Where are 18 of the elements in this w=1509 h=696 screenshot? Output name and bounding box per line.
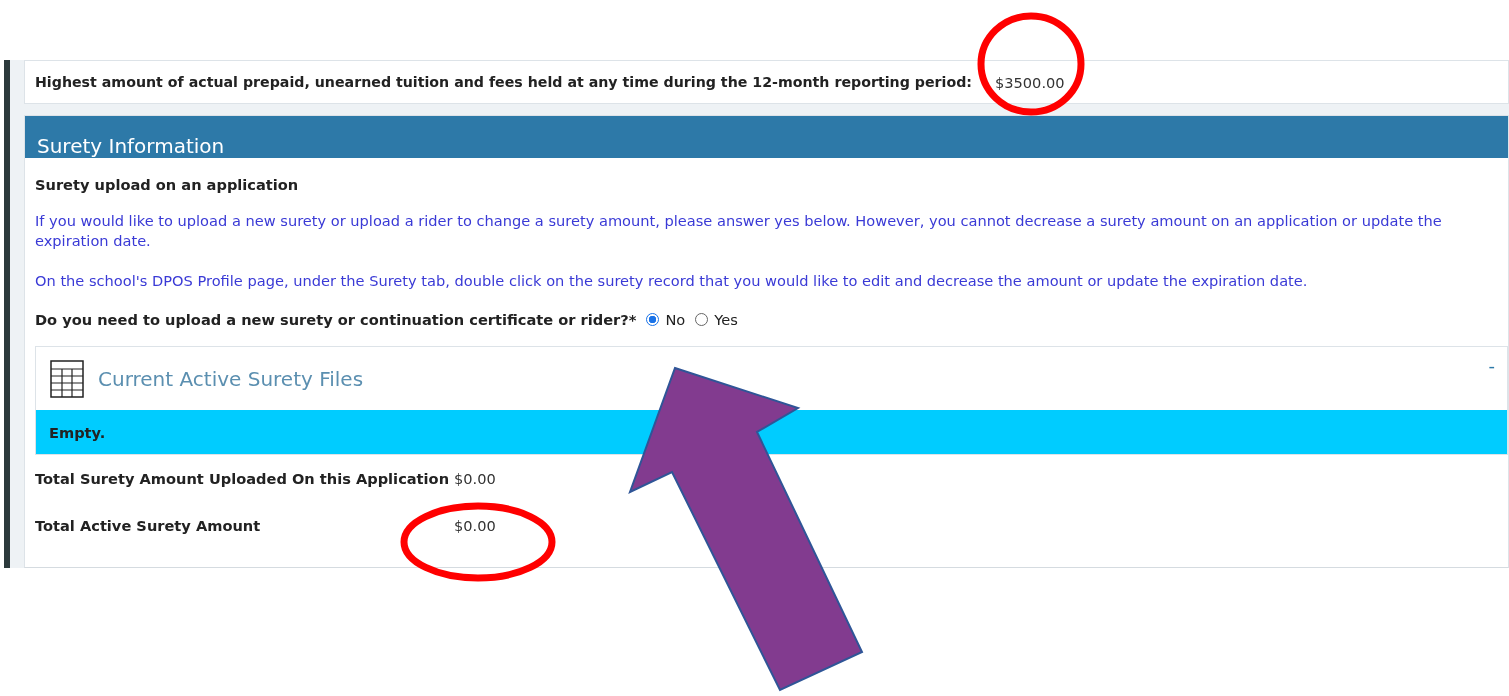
total-label: Total Active Surety Amount (35, 517, 262, 534)
panel-title: Current Active Surety Files (98, 366, 365, 391)
empty-text: Empty. (49, 423, 106, 441)
total-value: $0.00 (454, 470, 496, 487)
info-text: If you would like to upload a new surety or upload a rider to change a surety amount, please answer yes below. However, you cannot decrease a surety amount on an application or update the expiration date. (35, 211, 1443, 251)
collapse-toggle[interactable]: - (1488, 355, 1495, 376)
section-title: Surety Information (37, 135, 225, 158)
radio-button[interactable] (646, 313, 660, 326)
field-label: Highest amount of actual prepaid, unearned tuition and fees held at any time during the 12-month reporting period: (35, 74, 972, 90)
field-value: $3500.00 (994, 73, 1065, 91)
subheading: Surety upload on an application (35, 176, 300, 193)
total-value: $0.00 (454, 517, 496, 534)
question-label: Do you need to upload a new surety or continuation certificate or rider?* (35, 311, 637, 328)
info-text: On the school's DPOS Profile page, under the Surety tab, double click on the surety record that you would like to edit and decrease the amount or update the expiration date. (35, 271, 1309, 291)
total-label: Total Surety Amount Uploaded On this Application (35, 470, 451, 487)
table-icon (50, 359, 84, 398)
radio-label[interactable]: No (665, 311, 686, 328)
radio-label[interactable]: Yes (714, 311, 738, 328)
